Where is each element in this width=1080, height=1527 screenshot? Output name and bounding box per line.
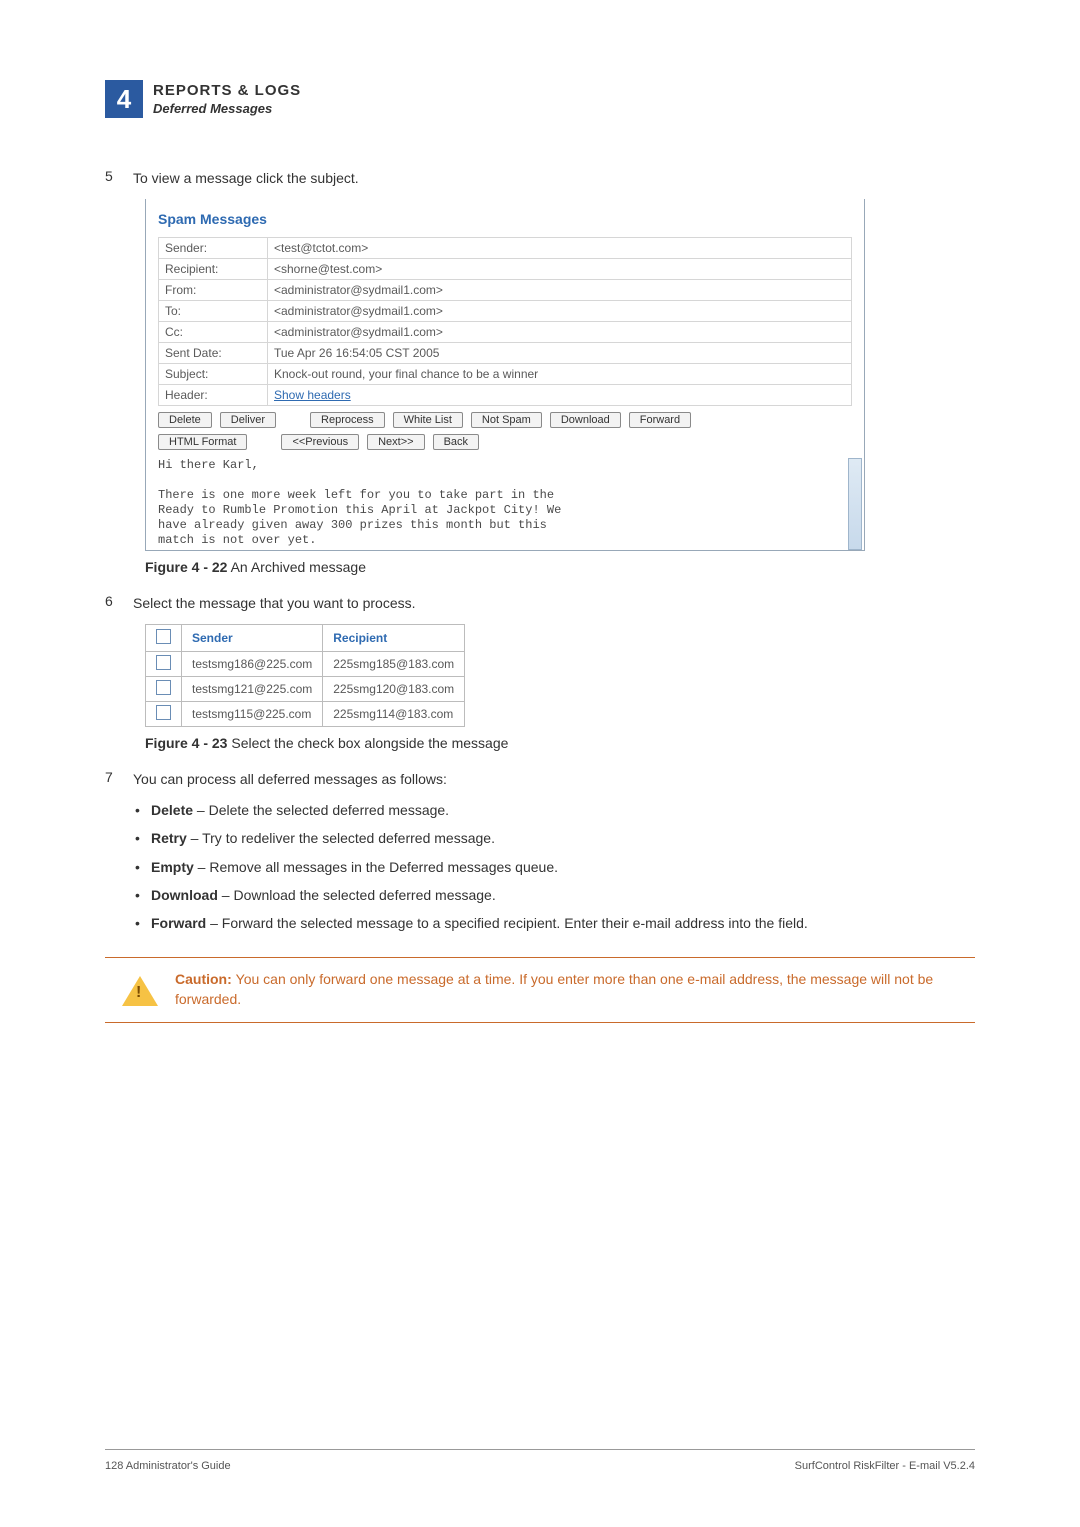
- html-format-button[interactable]: HTML Format: [158, 434, 247, 450]
- to-value: <administrator@sydmail1.com>: [268, 301, 852, 322]
- option-text: – Forward the selected message to a spec…: [206, 915, 808, 931]
- sender-header: Sender: [182, 625, 323, 652]
- option-list: Delete – Delete the selected deferred me…: [133, 800, 975, 933]
- message-detail-table: Sender:<test@tctot.com> Recipient:<shorn…: [158, 237, 852, 406]
- delete-button[interactable]: Delete: [158, 412, 212, 428]
- subject-label: Subject:: [159, 364, 268, 385]
- chapter-number: 4: [117, 84, 131, 115]
- option-name: Retry: [151, 830, 187, 846]
- list-item: Download – Download the selected deferre…: [133, 885, 975, 905]
- row-checkbox[interactable]: [146, 702, 182, 727]
- sender-cell: testsmg121@225.com: [182, 677, 323, 702]
- from-label: From:: [159, 280, 268, 301]
- list-item: Forward – Forward the selected message t…: [133, 913, 975, 933]
- option-name: Empty: [151, 859, 194, 875]
- recipient-cell: 225smg120@183.com: [323, 677, 465, 702]
- body-line: Ready to Rumble Promotion this April at …: [158, 503, 852, 518]
- page-header: 4 REPORTS & LOGS Deferred Messages: [105, 80, 975, 118]
- header-label: Header:: [159, 385, 268, 406]
- option-name: Download: [151, 887, 218, 903]
- sender-value: <test@tctot.com>: [268, 238, 852, 259]
- recipient-cell: 225smg185@183.com: [323, 652, 465, 677]
- chapter-title: REPORTS & LOGS: [153, 82, 301, 99]
- subject-value: Knock-out round, your final chance to be…: [268, 364, 852, 385]
- list-item: Empty – Remove all messages in the Defer…: [133, 857, 975, 877]
- sender-label: Sender:: [159, 238, 268, 259]
- list-item: Retry – Try to redeliver the selected de…: [133, 828, 975, 848]
- footer-left: 128 Administrator's Guide: [105, 1460, 231, 1472]
- figure-label: Figure 4 - 22: [145, 559, 227, 575]
- deliver-button[interactable]: Deliver: [220, 412, 276, 428]
- recipient-header: Recipient: [323, 625, 465, 652]
- show-headers-link[interactable]: Show headers: [274, 388, 351, 402]
- step-number: 5: [105, 168, 133, 189]
- page-footer: 128 Administrator's Guide SurfControl Ri…: [105, 1449, 975, 1472]
- caution-block: Caution: You can only forward one messag…: [105, 957, 975, 1022]
- body-line: Hi there Karl,: [158, 458, 852, 473]
- download-button[interactable]: Download: [550, 412, 621, 428]
- whitelist-button[interactable]: White List: [393, 412, 463, 428]
- figure-text: Select the check box alongside the messa…: [227, 735, 508, 751]
- table-row: testsmg186@225.com 225smg185@183.com: [146, 652, 465, 677]
- caution-body: You can only forward one message at a ti…: [175, 971, 933, 1007]
- scrollbar-icon[interactable]: [848, 458, 862, 550]
- figure-label: Figure 4 - 23: [145, 735, 227, 751]
- spam-panel-title: Spam Messages: [158, 211, 852, 227]
- warning-icon: [122, 976, 158, 1006]
- cc-label: Cc:: [159, 322, 268, 343]
- chapter-badge: 4: [105, 80, 143, 118]
- figure-caption: Figure 4 - 23 Select the check box along…: [145, 735, 975, 751]
- row-checkbox[interactable]: [146, 677, 182, 702]
- chapter-subtitle: Deferred Messages: [153, 101, 301, 116]
- step-text: Select the message that you want to proc…: [133, 593, 416, 614]
- caution-text: Caution: You can only forward one messag…: [175, 970, 965, 1009]
- option-name: Delete: [151, 802, 193, 818]
- back-button[interactable]: Back: [433, 434, 479, 450]
- recipient-value: <shorne@test.com>: [268, 259, 852, 280]
- figure-text: An Archived message: [227, 559, 366, 575]
- footer-right: SurfControl RiskFilter - E-mail V5.2.4: [795, 1460, 975, 1472]
- option-text: – Delete the selected deferred message.: [193, 802, 449, 818]
- spam-messages-panel: Spam Messages Sender:<test@tctot.com> Re…: [145, 199, 865, 551]
- option-text: – Try to redeliver the selected deferred…: [187, 830, 495, 846]
- next-button[interactable]: Next>>: [367, 434, 424, 450]
- step-text: You can process all deferred messages as…: [133, 769, 447, 790]
- option-text: – Remove all messages in the Deferred me…: [194, 859, 558, 875]
- message-select-table: Sender Recipient testsmg186@225.com 225s…: [145, 624, 465, 727]
- reprocess-button[interactable]: Reprocess: [310, 412, 385, 428]
- message-body: Hi there Karl, There is one more week le…: [158, 458, 852, 548]
- sender-cell: testsmg186@225.com: [182, 652, 323, 677]
- cc-value: <administrator@sydmail1.com>: [268, 322, 852, 343]
- option-name: Forward: [151, 915, 206, 931]
- caution-label: Caution:: [175, 971, 236, 987]
- list-item: Delete – Delete the selected deferred me…: [133, 800, 975, 820]
- forward-button[interactable]: Forward: [629, 412, 691, 428]
- recipient-cell: 225smg114@183.com: [323, 702, 465, 727]
- body-line: have already given away 300 prizes this …: [158, 518, 852, 533]
- recipient-label: Recipient:: [159, 259, 268, 280]
- sentdate-label: Sent Date:: [159, 343, 268, 364]
- body-line: There is one more week left for you to t…: [158, 488, 852, 503]
- step-text: To view a message click the subject.: [133, 168, 359, 189]
- from-value: <administrator@sydmail1.com>: [268, 280, 852, 301]
- step-number: 6: [105, 593, 133, 614]
- sender-cell: testsmg115@225.com: [182, 702, 323, 727]
- figure-caption: Figure 4 - 22 An Archived message: [145, 559, 975, 575]
- to-label: To:: [159, 301, 268, 322]
- table-row: testsmg121@225.com 225smg120@183.com: [146, 677, 465, 702]
- sentdate-value: Tue Apr 26 16:54:05 CST 2005: [268, 343, 852, 364]
- notspam-button[interactable]: Not Spam: [471, 412, 542, 428]
- body-line: match is not over yet.: [158, 533, 852, 548]
- row-checkbox[interactable]: [146, 652, 182, 677]
- option-text: – Download the selected deferred message…: [218, 887, 496, 903]
- step-number: 7: [105, 769, 133, 790]
- select-all-checkbox[interactable]: [146, 625, 182, 652]
- table-row: testsmg115@225.com 225smg114@183.com: [146, 702, 465, 727]
- previous-button[interactable]: <<Previous: [281, 434, 359, 450]
